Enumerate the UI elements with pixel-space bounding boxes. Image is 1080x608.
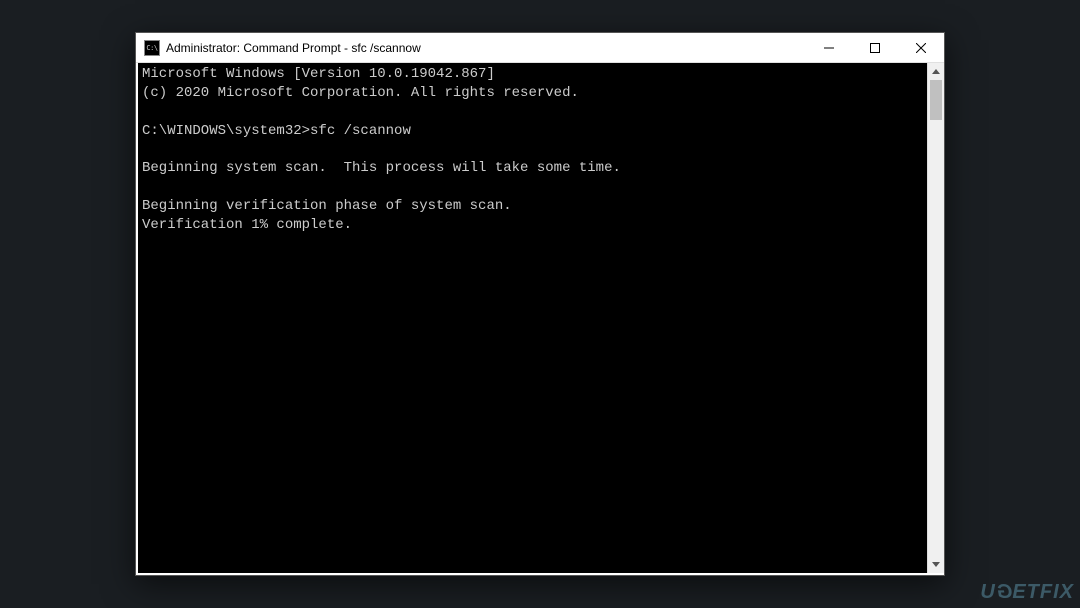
console-area: Microsoft Windows [Version 10.0.19042.86… [136,63,944,575]
console-line [142,141,923,160]
watermark-logo: UGETFIX [980,581,1074,604]
watermark-text: UGETFIX [980,581,1074,603]
console-line [142,103,923,122]
minimize-button[interactable] [806,33,852,62]
scroll-up-button[interactable] [928,63,944,80]
console-line: Verification 1% complete. [142,216,923,235]
chevron-down-icon [932,562,940,567]
console-output[interactable]: Microsoft Windows [Version 10.0.19042.86… [138,63,927,573]
window-title: Administrator: Command Prompt - sfc /sca… [166,41,806,55]
chevron-up-icon [932,69,940,74]
vertical-scrollbar[interactable] [927,63,944,573]
console-line: C:\WINDOWS\system32>sfc /scannow [142,122,923,141]
console-line: Beginning verification phase of system s… [142,197,923,216]
maximize-icon [870,43,880,53]
maximize-button[interactable] [852,33,898,62]
scroll-thumb[interactable] [930,80,942,120]
titlebar[interactable]: C:\ Administrator: Command Prompt - sfc … [136,33,944,63]
console-line: Beginning system scan. This process will… [142,159,923,178]
console-line: Microsoft Windows [Version 10.0.19042.86… [142,65,923,84]
close-button[interactable] [898,33,944,62]
scroll-down-button[interactable] [928,556,944,573]
console-line [142,178,923,197]
command-prompt-window: C:\ Administrator: Command Prompt - sfc … [135,32,945,576]
minimize-icon [824,43,834,53]
close-icon [916,43,926,53]
cmd-icon: C:\ [144,40,160,56]
window-controls [806,33,944,62]
console-line: (c) 2020 Microsoft Corporation. All righ… [142,84,923,103]
